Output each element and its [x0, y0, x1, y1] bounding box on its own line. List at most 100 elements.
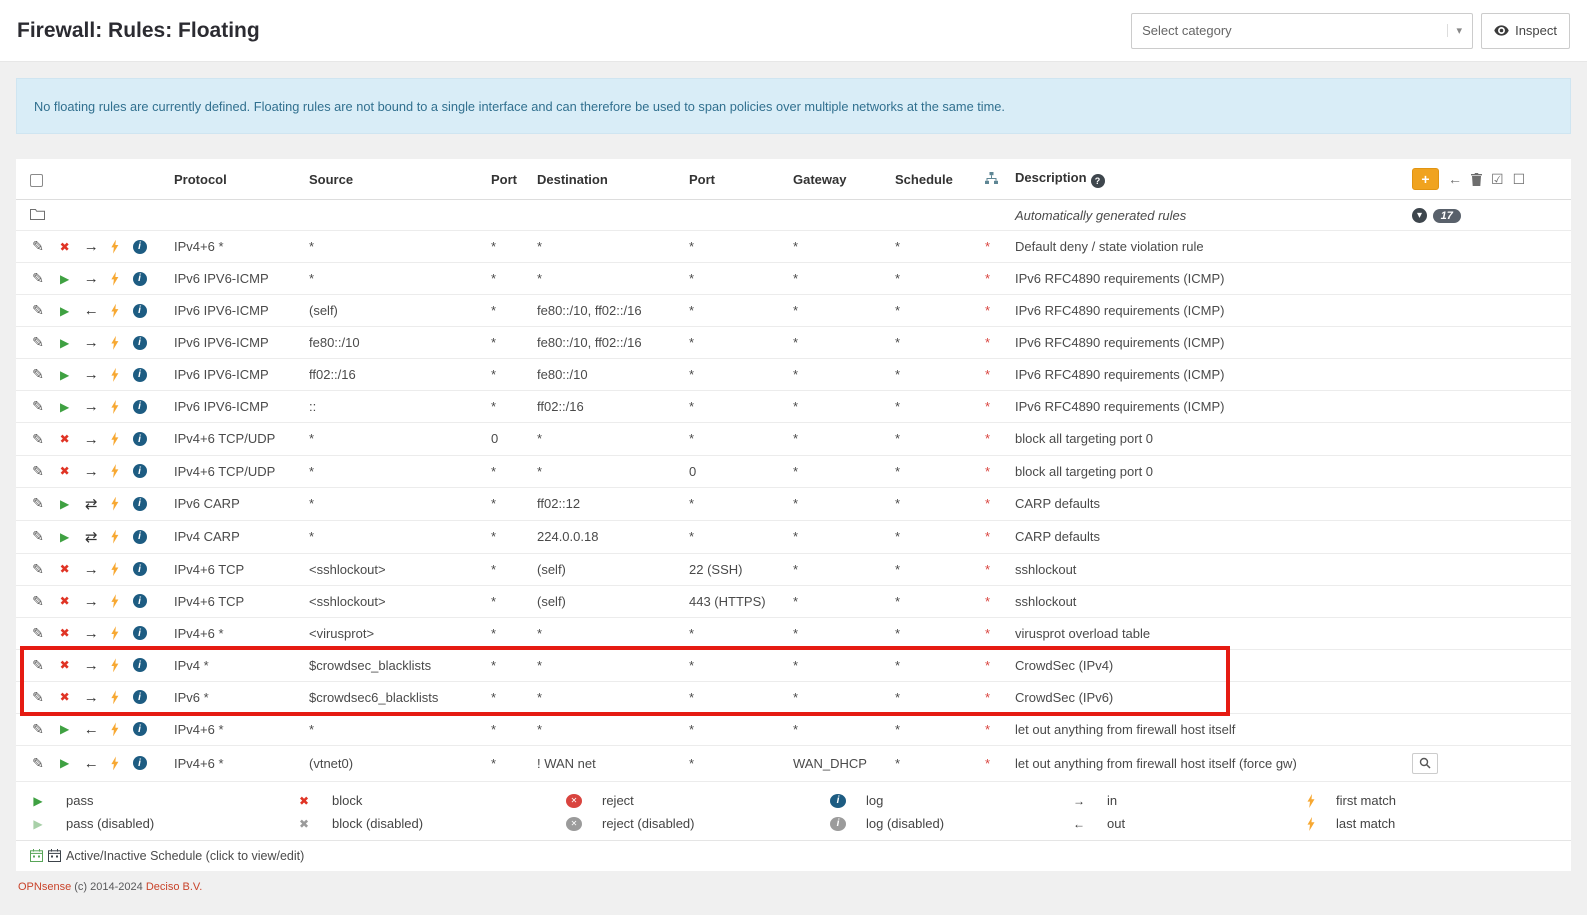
edit-rule-icon[interactable]: ✎ — [30, 238, 46, 255]
opnsense-link[interactable]: OPNsense — [18, 881, 71, 893]
block-icon[interactable]: ✖ — [57, 240, 73, 254]
pass-icon[interactable]: ▶ — [57, 530, 73, 544]
info-icon[interactable]: i — [132, 529, 147, 544]
block-icon[interactable]: ✖ — [57, 594, 73, 608]
info-icon[interactable]: i — [132, 399, 147, 414]
cell-protocol: IPv4+6 * — [168, 617, 303, 650]
pass-icon[interactable]: ▶ — [57, 272, 73, 286]
info-icon[interactable]: i — [132, 756, 147, 771]
edit-rule-icon[interactable]: ✎ — [30, 334, 46, 351]
edit-rule-icon[interactable]: ✎ — [30, 755, 46, 772]
info-icon[interactable]: i — [132, 464, 147, 479]
legend-item-block: ✖ block — [296, 791, 566, 811]
cell-actions — [1406, 520, 1571, 554]
disable-selected-button[interactable]: ☐ — [1513, 168, 1526, 190]
rule-row: ✎ ▶ ⇄ i IPv4 CARP * * 224.0.0.18 * * * *… — [16, 520, 1571, 554]
help-icon[interactable]: ? — [1090, 174, 1105, 188]
cell-gateway: * — [787, 649, 889, 682]
rule-row: ✎ ✖ → i IPv4+6 * * * * * * * * Default d… — [16, 230, 1571, 264]
block-icon[interactable]: ✖ — [57, 432, 73, 446]
collapse-icon[interactable]: ▾ — [1412, 208, 1427, 224]
rule-icons-cell: ✎ ✖ → i — [16, 553, 168, 586]
info-icon[interactable]: i — [132, 594, 147, 609]
block-icon[interactable]: ✖ — [57, 562, 73, 576]
block-icon[interactable]: ✖ — [57, 626, 73, 640]
direction-in-icon: → — [83, 398, 99, 416]
lightning-icon — [111, 271, 119, 286]
delete-selected-button[interactable] — [1471, 168, 1482, 190]
cell-destination-port: * — [683, 713, 787, 746]
cell-destination-port: * — [683, 390, 787, 424]
info-icon[interactable]: i — [132, 239, 147, 254]
legend: ▶ pass ✖ block ✕ reject i log → in first match ▶ pas… — [16, 782, 1571, 840]
edit-rule-icon[interactable]: ✎ — [30, 561, 46, 578]
pass-icon[interactable]: ▶ — [57, 400, 73, 414]
deciso-link[interactable]: Deciso B.V. — [146, 881, 202, 893]
pass-icon[interactable]: ▶ — [57, 368, 73, 382]
schedule-note[interactable]: Active/Inactive Schedule (click to view/… — [16, 839, 1571, 871]
info-icon[interactable]: i — [132, 496, 147, 511]
edit-rule-icon[interactable]: ✎ — [30, 398, 46, 415]
edit-rule-icon[interactable]: ✎ — [30, 495, 46, 512]
select-all-checkbox[interactable] — [30, 173, 43, 187]
cell-gateway: * — [787, 553, 889, 586]
cell-destination: (self) — [531, 553, 683, 586]
pass-icon[interactable]: ▶ — [57, 722, 73, 736]
col-source: Source — [303, 159, 485, 200]
info-icon[interactable]: i — [132, 367, 147, 382]
edit-rule-icon[interactable]: ✎ — [30, 431, 46, 448]
log-icon: i — [830, 793, 846, 808]
edit-rule-icon[interactable]: ✎ — [30, 721, 46, 738]
rule-row: ✎ ▶ ← i IPv6 IPV6-ICMP (self) * fe80::/1… — [16, 294, 1571, 328]
info-icon[interactable]: i — [132, 690, 147, 705]
col-schedule: Schedule — [889, 159, 979, 200]
pass-icon[interactable]: ▶ — [57, 756, 73, 770]
caret-down-icon[interactable]: ▾ — [1446, 24, 1462, 37]
cell-actions — [1406, 422, 1571, 456]
cell-destination: * — [531, 649, 683, 682]
rules-table: Protocol Source Port Destination Port Ga… — [16, 159, 1571, 782]
edit-rule-icon[interactable]: ✎ — [30, 366, 46, 383]
info-icon[interactable]: i — [132, 562, 147, 577]
cell-source-port: * — [485, 520, 531, 554]
info-icon[interactable]: i — [132, 722, 147, 737]
cell-protocol: IPv4+6 TCP/UDP — [168, 455, 303, 488]
edit-rule-icon[interactable]: ✎ — [30, 689, 46, 706]
cell-interface-mark: * — [979, 262, 1009, 296]
pass-icon[interactable]: ▶ — [57, 497, 73, 511]
edit-rule-icon[interactable]: ✎ — [30, 657, 46, 674]
category-select[interactable]: Select category ▾ — [1131, 12, 1474, 49]
edit-rule-icon[interactable]: ✎ — [30, 302, 46, 319]
info-icon[interactable]: i — [132, 271, 147, 286]
cell-gateway: * — [787, 713, 889, 746]
block-icon[interactable]: ✖ — [57, 658, 73, 672]
edit-rule-icon[interactable]: ✎ — [30, 593, 46, 610]
direction-in-icon: → — [83, 688, 99, 706]
pass-icon[interactable]: ▶ — [57, 336, 73, 350]
edit-rule-icon[interactable]: ✎ — [30, 625, 46, 642]
info-icon[interactable]: i — [132, 335, 147, 350]
cell-interface-mark: * — [979, 358, 1009, 392]
edit-rule-icon[interactable]: ✎ — [30, 270, 46, 287]
move-selected-button[interactable]: ← — [1448, 168, 1462, 190]
cell-destination: fe80::/10 — [531, 358, 683, 392]
info-icon[interactable]: i — [132, 658, 147, 673]
cell-actions — [1406, 230, 1571, 264]
edit-rule-icon[interactable]: ✎ — [30, 528, 46, 545]
pass-icon[interactable]: ▶ — [57, 304, 73, 318]
block-icon[interactable]: ✖ — [57, 464, 73, 478]
edit-rule-icon[interactable]: ✎ — [30, 463, 46, 480]
inspect-button[interactable]: Inspect — [1481, 12, 1570, 49]
info-icon[interactable]: i — [132, 303, 147, 318]
col-actions: + ← ☑ ☐ — [1406, 159, 1571, 200]
add-rule-button[interactable]: + — [1412, 168, 1439, 190]
enable-selected-button[interactable]: ☑ — [1491, 168, 1504, 190]
cell-actions — [1406, 585, 1571, 618]
info-icon[interactable]: i — [132, 432, 147, 446]
cell-protocol: IPv4+6 * — [168, 230, 303, 264]
info-icon[interactable]: i — [132, 626, 147, 641]
block-icon[interactable]: ✖ — [57, 690, 73, 704]
lookup-button[interactable] — [1412, 752, 1438, 774]
legend-item-block-disabled: ✖ block (disabled) — [296, 814, 566, 834]
cell-schedule: * — [889, 326, 979, 360]
